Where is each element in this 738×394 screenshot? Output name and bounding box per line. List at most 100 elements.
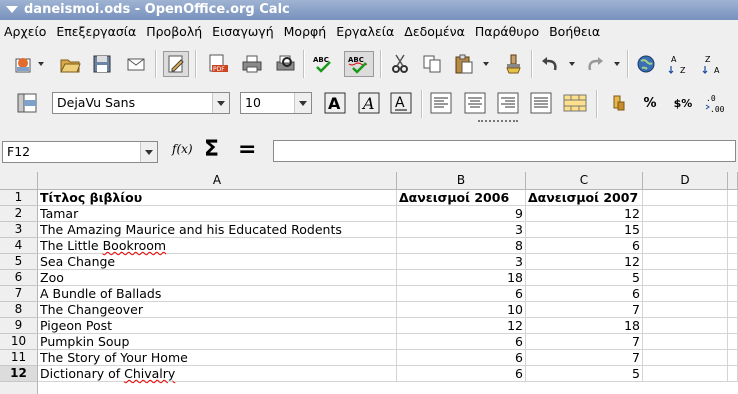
- window-title-bar[interactable]: daneismoi.ods - OpenOffice.org Calc: [0, 0, 738, 20]
- paste-dropdown-arrow[interactable]: [483, 62, 489, 66]
- cell-c9[interactable]: 18: [526, 318, 643, 334]
- cell-a3[interactable]: The Amazing Maurice and his Educated Rod…: [38, 222, 397, 238]
- cell-b4[interactable]: 8: [397, 238, 526, 254]
- number-format-decimal-icon[interactable]: $%: [668, 90, 698, 116]
- cell-d2[interactable]: [643, 206, 728, 222]
- cell-e1[interactable]: [728, 190, 738, 206]
- menu-item[interactable]: Προβολή: [141, 24, 207, 39]
- bold-button[interactable]: A: [322, 90, 348, 116]
- format-paintbrush-icon[interactable]: [500, 51, 526, 77]
- spreadsheet-grid[interactable]: A B C D 1 Τίτλος βιβλίου Δανεισμοί 2006 Δανεισμ…: [0, 172, 738, 394]
- cell-a8[interactable]: The Changeover: [38, 302, 397, 318]
- row-header[interactable]: 11: [0, 350, 38, 366]
- font-name-combobox[interactable]: DejaVu Sans: [52, 92, 230, 114]
- cell-e2[interactable]: [728, 206, 738, 222]
- cell-b7[interactable]: 6: [397, 286, 526, 302]
- row-header[interactable]: 12: [0, 366, 38, 382]
- menu-item[interactable]: Επεξεργασία: [51, 24, 141, 39]
- save-icon[interactable]: [89, 51, 115, 77]
- cell-a2[interactable]: Tamar: [38, 206, 397, 222]
- align-center-icon[interactable]: [462, 90, 488, 116]
- row-header[interactable]: 4: [0, 238, 38, 254]
- cell-a11[interactable]: The Story of Your Home: [38, 350, 397, 366]
- cell-d9[interactable]: [643, 318, 728, 334]
- select-all-corner[interactable]: [0, 172, 38, 190]
- cell-d3[interactable]: [643, 222, 728, 238]
- export-pdf-icon[interactable]: PDF: [205, 51, 231, 77]
- paste-icon[interactable]: [451, 51, 477, 77]
- cell-c2[interactable]: 12: [526, 206, 643, 222]
- italic-button[interactable]: A: [356, 90, 382, 116]
- cell-b3[interactable]: 3: [397, 222, 526, 238]
- sort-ascending-icon[interactable]: AZ: [667, 51, 693, 77]
- cell-d11[interactable]: [643, 350, 728, 366]
- cell-a9[interactable]: Pigeon Post: [38, 318, 397, 334]
- cell-d7[interactable]: [643, 286, 728, 302]
- merge-cells-icon[interactable]: [562, 90, 588, 116]
- page-preview-icon[interactable]: [272, 51, 298, 77]
- cell-b8[interactable]: 10: [397, 302, 526, 318]
- cell-c10[interactable]: 7: [526, 334, 643, 350]
- cell-c12[interactable]: 5: [526, 366, 643, 382]
- cell-c5[interactable]: 12: [526, 254, 643, 270]
- font-size-dropdown-arrow[interactable]: [294, 93, 311, 113]
- cell-a6[interactable]: Zoo: [38, 270, 397, 286]
- row-header[interactable]: [0, 382, 38, 394]
- cell-e8[interactable]: [728, 302, 738, 318]
- row-header[interactable]: 9: [0, 318, 38, 334]
- redo-icon[interactable]: [582, 51, 608, 77]
- sum-button[interactable]: Σ: [204, 137, 219, 162]
- row-header[interactable]: 8: [0, 302, 38, 318]
- name-box[interactable]: F12: [2, 141, 158, 163]
- menu-item[interactable]: Δεδομένα: [399, 24, 470, 39]
- row-header[interactable]: 6: [0, 270, 38, 286]
- function-wizard-button[interactable]: f(x): [172, 142, 193, 156]
- cell-e6[interactable]: [728, 270, 738, 286]
- cell-e7[interactable]: [728, 286, 738, 302]
- cell-d12[interactable]: [643, 366, 728, 382]
- font-name-dropdown-arrow[interactable]: [212, 93, 229, 113]
- row-header[interactable]: 7: [0, 286, 38, 302]
- cell-c7[interactable]: 6: [526, 286, 643, 302]
- cell-a12[interactable]: Dictionary of Chivalry: [38, 366, 397, 382]
- print-icon[interactable]: [239, 51, 265, 77]
- cell-b1[interactable]: Δανεισμοί 2006: [397, 190, 526, 206]
- undo-dropdown-arrow[interactable]: [569, 62, 575, 66]
- redo-dropdown-arrow[interactable]: [614, 62, 620, 66]
- cell-d6[interactable]: [643, 270, 728, 286]
- toolbar-grip[interactable]: [478, 120, 518, 124]
- cell-b2[interactable]: 9: [397, 206, 526, 222]
- cell-d5[interactable]: [643, 254, 728, 270]
- new-document-icon[interactable]: [10, 51, 36, 77]
- cell-b10[interactable]: 6: [397, 334, 526, 350]
- cell-a4[interactable]: The Little Bookroom: [38, 238, 397, 254]
- new-dropdown-arrow[interactable]: [38, 62, 44, 66]
- align-right-icon[interactable]: [495, 90, 521, 116]
- name-box-dropdown-arrow[interactable]: [140, 142, 157, 162]
- cell-a10[interactable]: Pumpkin Soup: [38, 334, 397, 350]
- number-format-percent-icon[interactable]: %: [637, 90, 663, 116]
- cell-b11[interactable]: 6: [397, 350, 526, 366]
- column-header-a[interactable]: A: [38, 172, 397, 190]
- column-header-b[interactable]: B: [397, 172, 526, 190]
- cell-e10[interactable]: [728, 334, 738, 350]
- formula-input[interactable]: [273, 140, 736, 162]
- row-header[interactable]: 5: [0, 254, 38, 270]
- cell-e12[interactable]: [728, 366, 738, 382]
- cut-icon[interactable]: [387, 51, 413, 77]
- cell-a1[interactable]: Τίτλος βιβλίου: [38, 190, 397, 206]
- copy-icon[interactable]: [419, 51, 445, 77]
- cell-b6[interactable]: 18: [397, 270, 526, 286]
- cell-b5[interactable]: 3: [397, 254, 526, 270]
- styles-formatting-icon[interactable]: [14, 90, 40, 116]
- navigator-globe-icon[interactable]: [633, 51, 659, 77]
- cell-d1[interactable]: [643, 190, 728, 206]
- cell-c3[interactable]: 15: [526, 222, 643, 238]
- cell-d4[interactable]: [643, 238, 728, 254]
- add-decimal-place-icon[interactable]: .0.00: [704, 90, 730, 116]
- cell-b12[interactable]: 6: [397, 366, 526, 382]
- menu-item[interactable]: Εργαλεία: [331, 24, 399, 39]
- open-folder-icon[interactable]: [57, 51, 83, 77]
- row-header[interactable]: 1: [0, 190, 38, 206]
- window-menu-icon[interactable]: [6, 6, 18, 13]
